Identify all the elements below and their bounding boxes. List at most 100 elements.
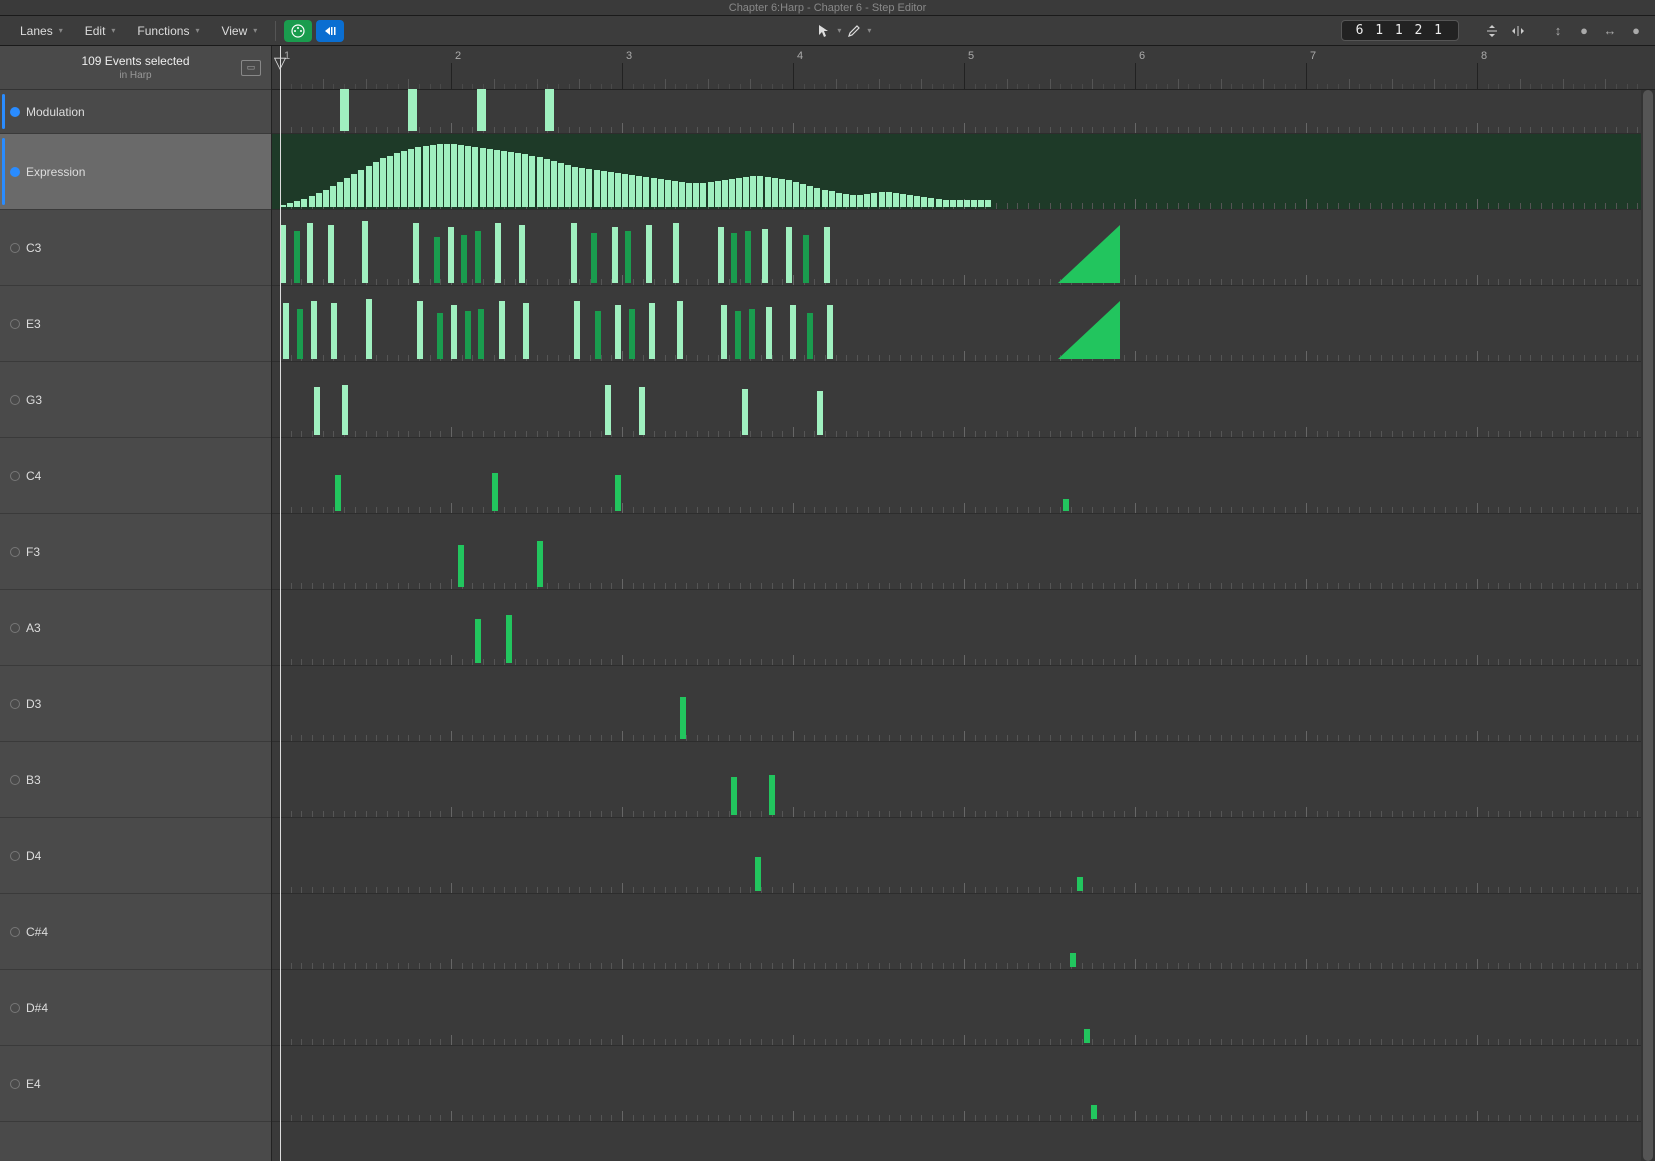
step-event[interactable] xyxy=(757,176,763,207)
step-event[interactable] xyxy=(579,168,585,207)
lane-row[interactable] xyxy=(272,590,1655,666)
crescendo-ramp[interactable] xyxy=(1058,301,1120,359)
step-event[interactable] xyxy=(373,162,379,207)
step-event[interactable] xyxy=(495,223,501,283)
lane-set-button[interactable]: ▭ xyxy=(241,60,261,76)
step-event[interactable] xyxy=(755,857,761,891)
step-event[interactable] xyxy=(328,225,334,283)
step-event[interactable] xyxy=(519,225,525,283)
step-event[interactable] xyxy=(1091,1105,1097,1119)
midi-in-button[interactable] xyxy=(284,20,312,42)
step-event[interactable] xyxy=(437,313,443,359)
step-event[interactable] xyxy=(494,150,500,207)
step-event[interactable] xyxy=(622,174,628,207)
step-event[interactable] xyxy=(572,167,578,207)
vertical-zoom-icon[interactable]: ↕ xyxy=(1547,20,1569,42)
menu-edit[interactable]: Edit▾ xyxy=(73,21,126,41)
step-event[interactable] xyxy=(766,307,772,359)
step-event[interactable] xyxy=(506,615,512,663)
step-event[interactable] xyxy=(294,201,300,207)
pointer-tool[interactable] xyxy=(813,20,835,42)
step-grid[interactable]: 12345678▽ xyxy=(272,46,1655,1161)
step-event[interactable] xyxy=(366,166,372,207)
step-event[interactable] xyxy=(893,193,899,207)
step-event[interactable] xyxy=(615,475,621,511)
step-event[interactable] xyxy=(558,163,564,207)
lane-row[interactable] xyxy=(272,970,1655,1046)
lane-row[interactable] xyxy=(272,894,1655,970)
step-event[interactable] xyxy=(608,172,614,207)
step-event[interactable] xyxy=(749,309,755,359)
step-event[interactable] xyxy=(487,149,493,207)
step-event[interactable] xyxy=(817,391,823,435)
step-event[interactable] xyxy=(408,89,417,131)
step-event[interactable] xyxy=(850,195,856,207)
step-event[interactable] xyxy=(745,231,751,283)
step-event[interactable] xyxy=(907,195,913,207)
step-event[interactable] xyxy=(735,311,741,359)
vertical-zoom-fit-icon[interactable] xyxy=(1481,20,1503,42)
lane-row[interactable] xyxy=(272,514,1655,590)
lane-label-d4[interactable]: D4 xyxy=(0,818,271,894)
step-event[interactable] xyxy=(472,147,478,207)
menu-lanes[interactable]: Lanes▾ xyxy=(8,21,73,41)
step-event[interactable] xyxy=(629,175,635,207)
step-event[interactable] xyxy=(765,177,771,207)
lane-row[interactable] xyxy=(272,666,1655,742)
step-event[interactable] xyxy=(475,619,481,663)
step-event[interactable] xyxy=(864,194,870,207)
step-event[interactable] xyxy=(843,194,849,207)
step-event[interactable] xyxy=(413,223,419,283)
step-event[interactable] xyxy=(1077,877,1083,891)
step-event[interactable] xyxy=(978,200,984,207)
step-event[interactable] xyxy=(323,190,329,207)
step-event[interactable] xyxy=(1070,953,1076,967)
step-event[interactable] xyxy=(673,223,679,283)
step-event[interactable] xyxy=(311,301,317,359)
lane-label-modulation[interactable]: Modulation xyxy=(0,90,271,134)
step-event[interactable] xyxy=(408,149,414,207)
step-event[interactable] xyxy=(731,777,737,815)
step-event[interactable] xyxy=(297,309,303,359)
step-event[interactable] xyxy=(380,158,386,207)
step-event[interactable] xyxy=(718,227,724,283)
step-event[interactable] xyxy=(586,169,592,207)
step-event[interactable] xyxy=(807,313,813,359)
step-event[interactable] xyxy=(857,195,863,207)
step-event[interactable] xyxy=(448,227,454,283)
step-event[interactable] xyxy=(451,144,457,207)
step-event[interactable] xyxy=(529,156,535,207)
menu-view[interactable]: View▾ xyxy=(209,21,267,41)
step-event[interactable] xyxy=(658,179,664,207)
lane-row[interactable] xyxy=(272,438,1655,514)
step-event[interactable] xyxy=(444,144,450,207)
step-event[interactable] xyxy=(921,197,927,207)
step-event[interactable] xyxy=(786,180,792,207)
step-event[interactable] xyxy=(957,200,963,207)
step-event[interactable] xyxy=(330,186,336,207)
step-event[interactable] xyxy=(680,697,686,739)
lane-label-e3[interactable]: E3 xyxy=(0,286,271,362)
horizontal-zoom-icon[interactable]: ↔ xyxy=(1599,20,1621,42)
lane-label-d3[interactable]: D3 xyxy=(0,666,271,742)
playhead[interactable] xyxy=(280,46,281,1161)
step-event[interactable] xyxy=(665,180,671,207)
step-event[interactable] xyxy=(693,183,699,207)
step-event[interactable] xyxy=(793,182,799,207)
horizontal-zoom-slider-handle[interactable]: ● xyxy=(1625,20,1647,42)
step-event[interactable] xyxy=(401,151,407,207)
step-event[interactable] xyxy=(803,235,809,283)
step-event[interactable] xyxy=(1063,499,1069,511)
step-event[interactable] xyxy=(736,178,742,207)
step-event[interactable] xyxy=(639,387,645,435)
lane-label-e4[interactable]: E4 xyxy=(0,1046,271,1122)
step-event[interactable] xyxy=(615,305,621,359)
step-event[interactable] xyxy=(643,177,649,207)
step-event[interactable] xyxy=(423,146,429,207)
step-event[interactable] xyxy=(465,311,471,359)
step-event[interactable] xyxy=(936,199,942,207)
step-event[interactable] xyxy=(742,389,748,435)
step-event[interactable] xyxy=(762,229,768,283)
step-event[interactable] xyxy=(314,387,320,435)
step-event[interactable] xyxy=(307,223,313,283)
